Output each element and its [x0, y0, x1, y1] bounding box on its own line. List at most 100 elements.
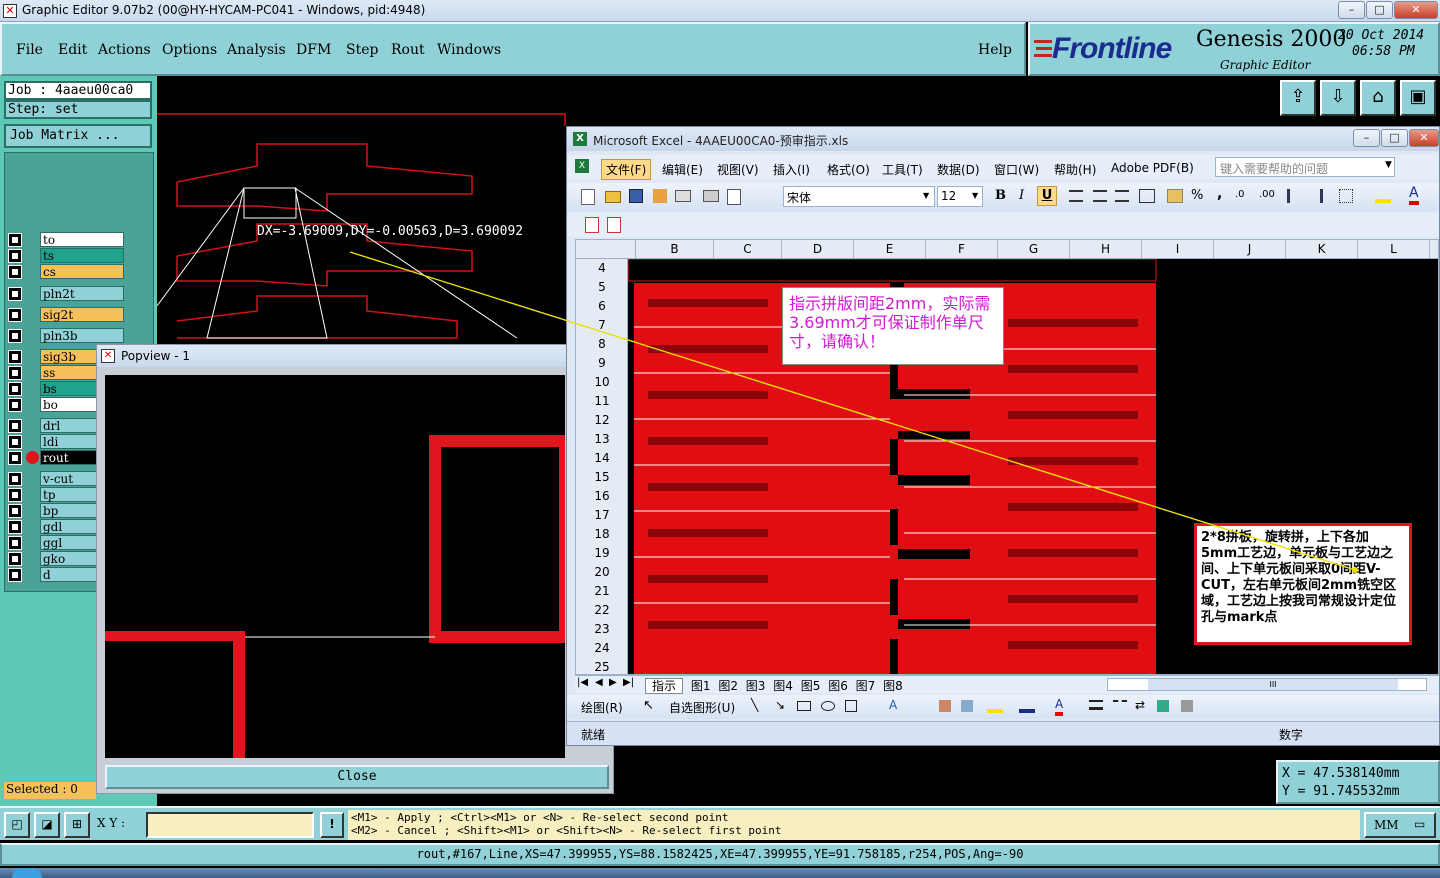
- tab-sheet-7[interactable]: 图6: [828, 679, 848, 693]
- column-header-g[interactable]: G: [998, 240, 1070, 258]
- layer-checkbox[interactable]: [8, 366, 22, 380]
- excel-maximize-button[interactable]: □: [1381, 129, 1408, 147]
- home-icon[interactable]: ⌂: [1360, 80, 1396, 116]
- convert-pdf-email-icon[interactable]: [607, 217, 621, 233]
- excel-menu-help[interactable]: 帮助(H): [1054, 161, 1096, 178]
- tab-sheet-5[interactable]: 图4: [773, 679, 793, 693]
- layer-checkbox[interactable]: [8, 568, 22, 582]
- job-matrix-button[interactable]: Job Matrix ...: [4, 124, 152, 148]
- xy-input[interactable]: [146, 812, 314, 838]
- excel-menu-adobe-pdf[interactable]: Adobe PDF(B): [1111, 161, 1194, 175]
- row-header[interactable]: 10: [576, 373, 628, 392]
- row-header[interactable]: 5: [576, 278, 628, 297]
- tab-last-icon[interactable]: ▶|: [623, 677, 634, 688]
- rectangle-icon[interactable]: [797, 701, 811, 711]
- currency-icon[interactable]: [1167, 189, 1183, 203]
- convert-pdf-icon[interactable]: [585, 217, 599, 233]
- tab-sheet-9[interactable]: 图8: [883, 679, 903, 693]
- layer-checkbox[interactable]: [8, 382, 22, 396]
- column-header-l[interactable]: L: [1358, 240, 1430, 258]
- excel-menu-file[interactable]: 文件(F): [601, 159, 652, 180]
- layer-checkbox[interactable]: [8, 536, 22, 550]
- fill-bucket-icon[interactable]: [987, 699, 1003, 713]
- fill-color-icon[interactable]: [1375, 189, 1391, 203]
- measure-mode-icon[interactable]: ◪: [34, 812, 60, 838]
- excel-close-button[interactable]: ✕: [1409, 129, 1439, 147]
- textbox-icon[interactable]: [845, 700, 857, 712]
- tab-first-icon[interactable]: |◀: [577, 677, 588, 688]
- autoshape-menu-button[interactable]: 自选图形(U): [669, 699, 735, 716]
- layer-row-pln3b[interactable]: pln3b: [6, 328, 124, 343]
- start-orb-icon[interactable]: [12, 868, 42, 878]
- font-color-icon[interactable]: A: [1409, 185, 1419, 205]
- borders-icon[interactable]: [1339, 189, 1353, 203]
- layer-checkbox[interactable]: [8, 451, 22, 465]
- popview-canvas[interactable]: [105, 375, 565, 758]
- row-header[interactable]: 24: [576, 639, 628, 658]
- select-objects-icon[interactable]: ↖: [643, 698, 654, 713]
- layer-row-sig2t[interactable]: sig2t: [6, 307, 124, 322]
- draw-font-color-icon[interactable]: A: [1055, 696, 1064, 716]
- tab-sheet-4[interactable]: 图3: [746, 679, 766, 693]
- align-left-icon[interactable]: [1069, 190, 1083, 202]
- font-name-select[interactable]: 宋体: [783, 186, 935, 207]
- layer-checkbox[interactable]: [8, 419, 22, 433]
- layer-row-to[interactable]: to: [6, 232, 124, 247]
- tab-sheet-2[interactable]: 图1: [691, 679, 711, 693]
- layer-name[interactable]: to: [40, 232, 124, 247]
- oval-icon[interactable]: [821, 701, 835, 711]
- row-header[interactable]: 19: [576, 544, 628, 563]
- close-window-button[interactable]: ✕: [1394, 1, 1438, 19]
- row-header[interactable]: 21: [576, 582, 628, 601]
- layer-row-cs[interactable]: cs: [6, 264, 124, 279]
- layer-checkbox[interactable]: [8, 435, 22, 449]
- column-header-h[interactable]: H: [1070, 240, 1142, 258]
- new-file-icon[interactable]: [581, 189, 595, 205]
- row-header[interactable]: 25: [576, 658, 628, 674]
- underline-button[interactable]: U: [1037, 186, 1057, 206]
- row-header[interactable]: 15: [576, 468, 628, 487]
- minimize-button[interactable]: –: [1338, 1, 1365, 19]
- column-header-b[interactable]: B: [636, 240, 714, 258]
- 3d-icon[interactable]: [1181, 700, 1193, 712]
- row-header[interactable]: 4: [576, 259, 628, 278]
- print-icon[interactable]: [703, 190, 719, 202]
- layer-name[interactable]: ts: [40, 248, 124, 263]
- menu-dfm[interactable]: DFM: [296, 42, 331, 58]
- layer-checkbox[interactable]: [8, 329, 22, 343]
- font-size-chevron-icon[interactable]: ▼: [972, 191, 978, 200]
- layer-checkbox[interactable]: [8, 488, 22, 502]
- align-center-icon[interactable]: [1093, 190, 1107, 202]
- column-header-k[interactable]: K: [1286, 240, 1358, 258]
- wordart-icon[interactable]: A: [889, 698, 897, 712]
- column-header-i[interactable]: I: [1142, 240, 1214, 258]
- menu-step[interactable]: Step: [346, 42, 378, 58]
- row-header[interactable]: 17: [576, 506, 628, 525]
- tab-sheet-6[interactable]: 图5: [801, 679, 821, 693]
- layer-checkbox[interactable]: [8, 249, 22, 263]
- row-header[interactable]: 16: [576, 487, 628, 506]
- column-header-c[interactable]: C: [714, 240, 782, 258]
- menu-edit[interactable]: Edit: [58, 42, 87, 58]
- horizontal-scrollbar[interactable]: III: [1107, 678, 1427, 691]
- snap-mode-icon[interactable]: ◰: [4, 812, 30, 838]
- row-header[interactable]: 13: [576, 430, 628, 449]
- units-select[interactable]: MM ▭: [1364, 812, 1436, 838]
- clipart-icon[interactable]: [939, 700, 951, 712]
- arrow-style-icon[interactable]: ⇄: [1135, 698, 1145, 712]
- excel-menu-window[interactable]: 窗口(W): [994, 161, 1039, 178]
- layer-row-ts[interactable]: ts: [6, 248, 124, 263]
- email-icon[interactable]: [675, 190, 691, 202]
- open-job-icon[interactable]: ⇩: [1320, 80, 1356, 116]
- decrease-decimal-icon[interactable]: .00: [1259, 189, 1275, 200]
- menu-analysis[interactable]: Analysis: [227, 42, 286, 58]
- menu-rout[interactable]: Rout: [391, 42, 425, 58]
- layer-checkbox[interactable]: [8, 233, 22, 247]
- line-icon[interactable]: ╲: [751, 698, 758, 712]
- row-header[interactable]: 9: [576, 354, 628, 373]
- line-color-icon[interactable]: [1019, 699, 1035, 713]
- line-style-icon[interactable]: [1089, 700, 1103, 710]
- layer-checkbox[interactable]: [8, 350, 22, 364]
- excel-help-search[interactable]: 键入需要帮助的问题: [1215, 157, 1395, 177]
- row-header[interactable]: 8: [576, 335, 628, 354]
